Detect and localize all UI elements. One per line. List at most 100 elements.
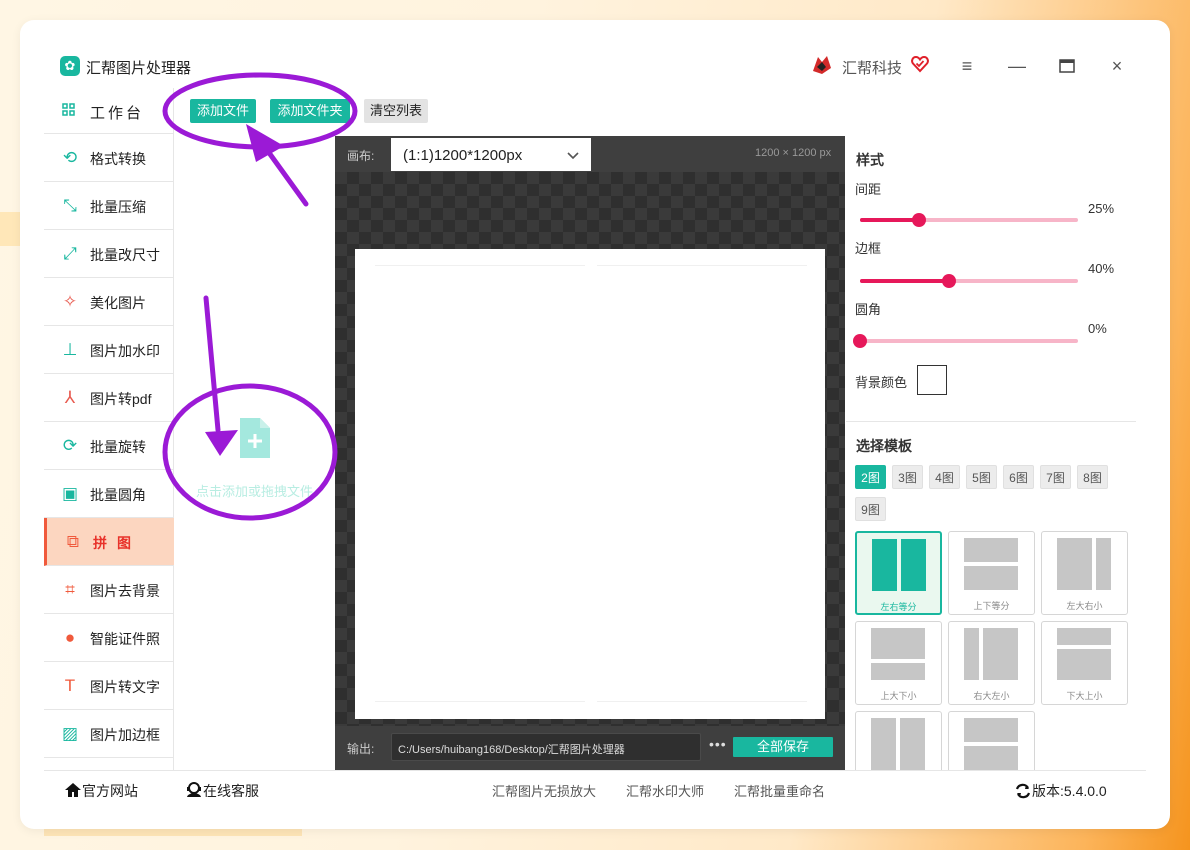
footer-link-rename[interactable]: 汇帮批量重命名 [734, 781, 825, 800]
brand-name: 汇帮科技 [842, 60, 903, 77]
template-option[interactable] [948, 711, 1035, 770]
convert-icon: ⟲ [62, 148, 78, 167]
canvas-page[interactable] [355, 249, 825, 719]
sidebar-item-label: 图片加水印 [90, 343, 160, 359]
clear-list-button[interactable]: 清空列表 [364, 99, 428, 123]
puzzle-icon: ⧉ [66, 532, 80, 551]
template-title: 选择模板 [856, 438, 912, 454]
spacing-value: 25% [1088, 201, 1115, 216]
more-icon[interactable]: ••• [709, 736, 727, 752]
website-link[interactable]: 官方网站 [64, 781, 138, 801]
sidebar-item-label: 美化图片 [90, 295, 146, 311]
sidebar-item-label: 拼图 [93, 535, 141, 551]
frame-icon: ▨ [61, 724, 79, 743]
stamp-icon: ⊥ [62, 340, 78, 359]
output-bar: 输出: C:/Users/huibang168/Desktop/汇帮图片处理器 … [335, 726, 845, 770]
template-option[interactable] [855, 711, 942, 770]
template-preview [964, 718, 1018, 770]
sidebar-item-11[interactable]: ● 智能证件照 [44, 614, 174, 662]
border-slider-fill [860, 279, 950, 283]
add-file-button[interactable]: 添加文件 [190, 99, 256, 123]
sidebar-item-label: 图片加边框 [90, 727, 160, 743]
bg-color-label: 背景颜色 [855, 375, 908, 390]
sidebar-item-9[interactable]: ⧉ 拼图 [44, 518, 174, 566]
maximize-icon[interactable] [1055, 54, 1079, 78]
template-count-button[interactable]: 9图 [855, 497, 886, 521]
template-label: 左右等分 [880, 602, 917, 612]
add-file-icon[interactable] [238, 416, 272, 460]
support-link[interactable]: 在线客服 [185, 781, 259, 801]
close-icon[interactable]: × [1105, 54, 1129, 78]
dropzone-hint[interactable]: 点击添加或拖拽文件 [196, 481, 313, 500]
template-count-button[interactable]: 3图 [892, 465, 923, 489]
title-bar: ✿ 汇帮图片处理器 汇帮科技 ≡ — × [44, 44, 1146, 88]
template-count-button[interactable]: 4图 [929, 465, 960, 489]
template-preview [871, 718, 925, 770]
corner-slider-handle[interactable] [853, 334, 867, 348]
template-count-button[interactable]: 2图 [855, 465, 886, 489]
grid-icon [62, 103, 76, 117]
brand-logo-icon [813, 56, 831, 74]
corner-slider[interactable] [853, 334, 1078, 348]
template-label: 上大下小 [880, 691, 917, 701]
sidebar-item-8[interactable]: ▣ 批量圆角 [44, 470, 174, 518]
output-path-field[interactable]: C:/Users/huibang168/Desktop/汇帮图片处理器 [391, 733, 701, 761]
template-count-button[interactable]: 6图 [1003, 465, 1034, 489]
workbench-label: 工作台 [90, 105, 145, 122]
sidebar-item-6[interactable]: ⅄ 图片转pdf [44, 374, 174, 422]
sidebar-item-2[interactable]: ⤡ 批量压缩 [44, 182, 174, 230]
heart-icon[interactable] [910, 54, 930, 74]
sidebar-item-13[interactable]: ▨ 图片加边框 [44, 710, 174, 758]
spacing-label: 间距 [855, 182, 882, 197]
sidebar-item-3[interactable]: ⤢ 批量改尺寸 [44, 230, 174, 278]
sidebar-item-label: 格式转换 [90, 151, 146, 167]
border-slider-handle[interactable] [942, 274, 957, 288]
add-folder-button[interactable]: 添加文件夹 [270, 99, 350, 123]
canvas-panel: 画布: (1:1)1200*1200px 1200 × 1200 px 输出: … [335, 136, 845, 770]
support-label: 在线客服 [203, 783, 259, 799]
template-count-button[interactable]: 5图 [966, 465, 997, 489]
sidebar-item-5[interactable]: ⊥ 图片加水印 [44, 326, 174, 374]
text-icon: T [64, 676, 76, 695]
chevron-down-icon [567, 144, 579, 165]
template-option[interactable]: 上大下小 [855, 621, 942, 705]
support-icon [187, 782, 201, 797]
rotate-icon: ⟳ [62, 436, 78, 455]
minimize-icon[interactable]: — [1005, 54, 1029, 78]
refresh-icon [1015, 783, 1031, 799]
round-corner-icon: ▣ [61, 484, 79, 503]
spacing-slider[interactable] [860, 213, 1078, 227]
save-all-button[interactable]: 全部保存 [733, 737, 833, 757]
version-number: 5.4.0.0 [1063, 783, 1107, 799]
menu-icon[interactable]: ≡ [955, 54, 979, 78]
resize-icon: ⤢ [63, 244, 77, 263]
template-option[interactable]: 右大左小 [948, 621, 1035, 705]
bg-color-swatch[interactable] [917, 365, 947, 395]
template-option[interactable]: 下大上小 [1041, 621, 1128, 705]
sidebar-item-1[interactable]: ⟲ 格式转换 [44, 134, 174, 182]
footer-link-watermark[interactable]: 汇帮水印大师 [626, 781, 704, 800]
template-option[interactable]: 上下等分 [948, 531, 1035, 615]
sidebar-item-4[interactable]: ✧ 美化图片 [44, 278, 174, 326]
footer-link-upscale[interactable]: 汇帮图片无损放大 [492, 781, 596, 800]
template-preview [964, 538, 1018, 590]
version-info[interactable]: 版本:5.4.0.0 [1014, 781, 1107, 801]
template-count-button[interactable]: 8图 [1077, 465, 1108, 489]
sidebar-item-10[interactable]: ⌗ 图片去背景 [44, 566, 174, 614]
template-option[interactable]: 左大右小 [1041, 531, 1128, 615]
template-option[interactable]: 左右等分 [855, 531, 942, 615]
sidebar-item-label: 批量改尺寸 [90, 247, 160, 263]
sidebar-item-label: 图片去背景 [90, 583, 160, 599]
sidebar-item-7[interactable]: ⟳ 批量旋转 [44, 422, 174, 470]
sidebar-item-workbench[interactable]: 工作台 [44, 88, 174, 134]
canvas-toolbar: 画布: (1:1)1200*1200px 1200 × 1200 px [335, 136, 845, 172]
sidebar-item-12[interactable]: T 图片转文字 [44, 662, 174, 710]
border-slider[interactable] [860, 274, 1078, 288]
canvas-size-value: (1:1)1200*1200px [403, 147, 523, 164]
template-label: 上下等分 [973, 601, 1010, 611]
canvas-size-select[interactable]: (1:1)1200*1200px [391, 138, 591, 171]
sidebar-item-label: 批量旋转 [90, 439, 146, 455]
template-count-button[interactable]: 7图 [1040, 465, 1071, 489]
spacing-slider-handle[interactable] [911, 213, 926, 227]
canvas-label: 画布: [347, 149, 375, 163]
